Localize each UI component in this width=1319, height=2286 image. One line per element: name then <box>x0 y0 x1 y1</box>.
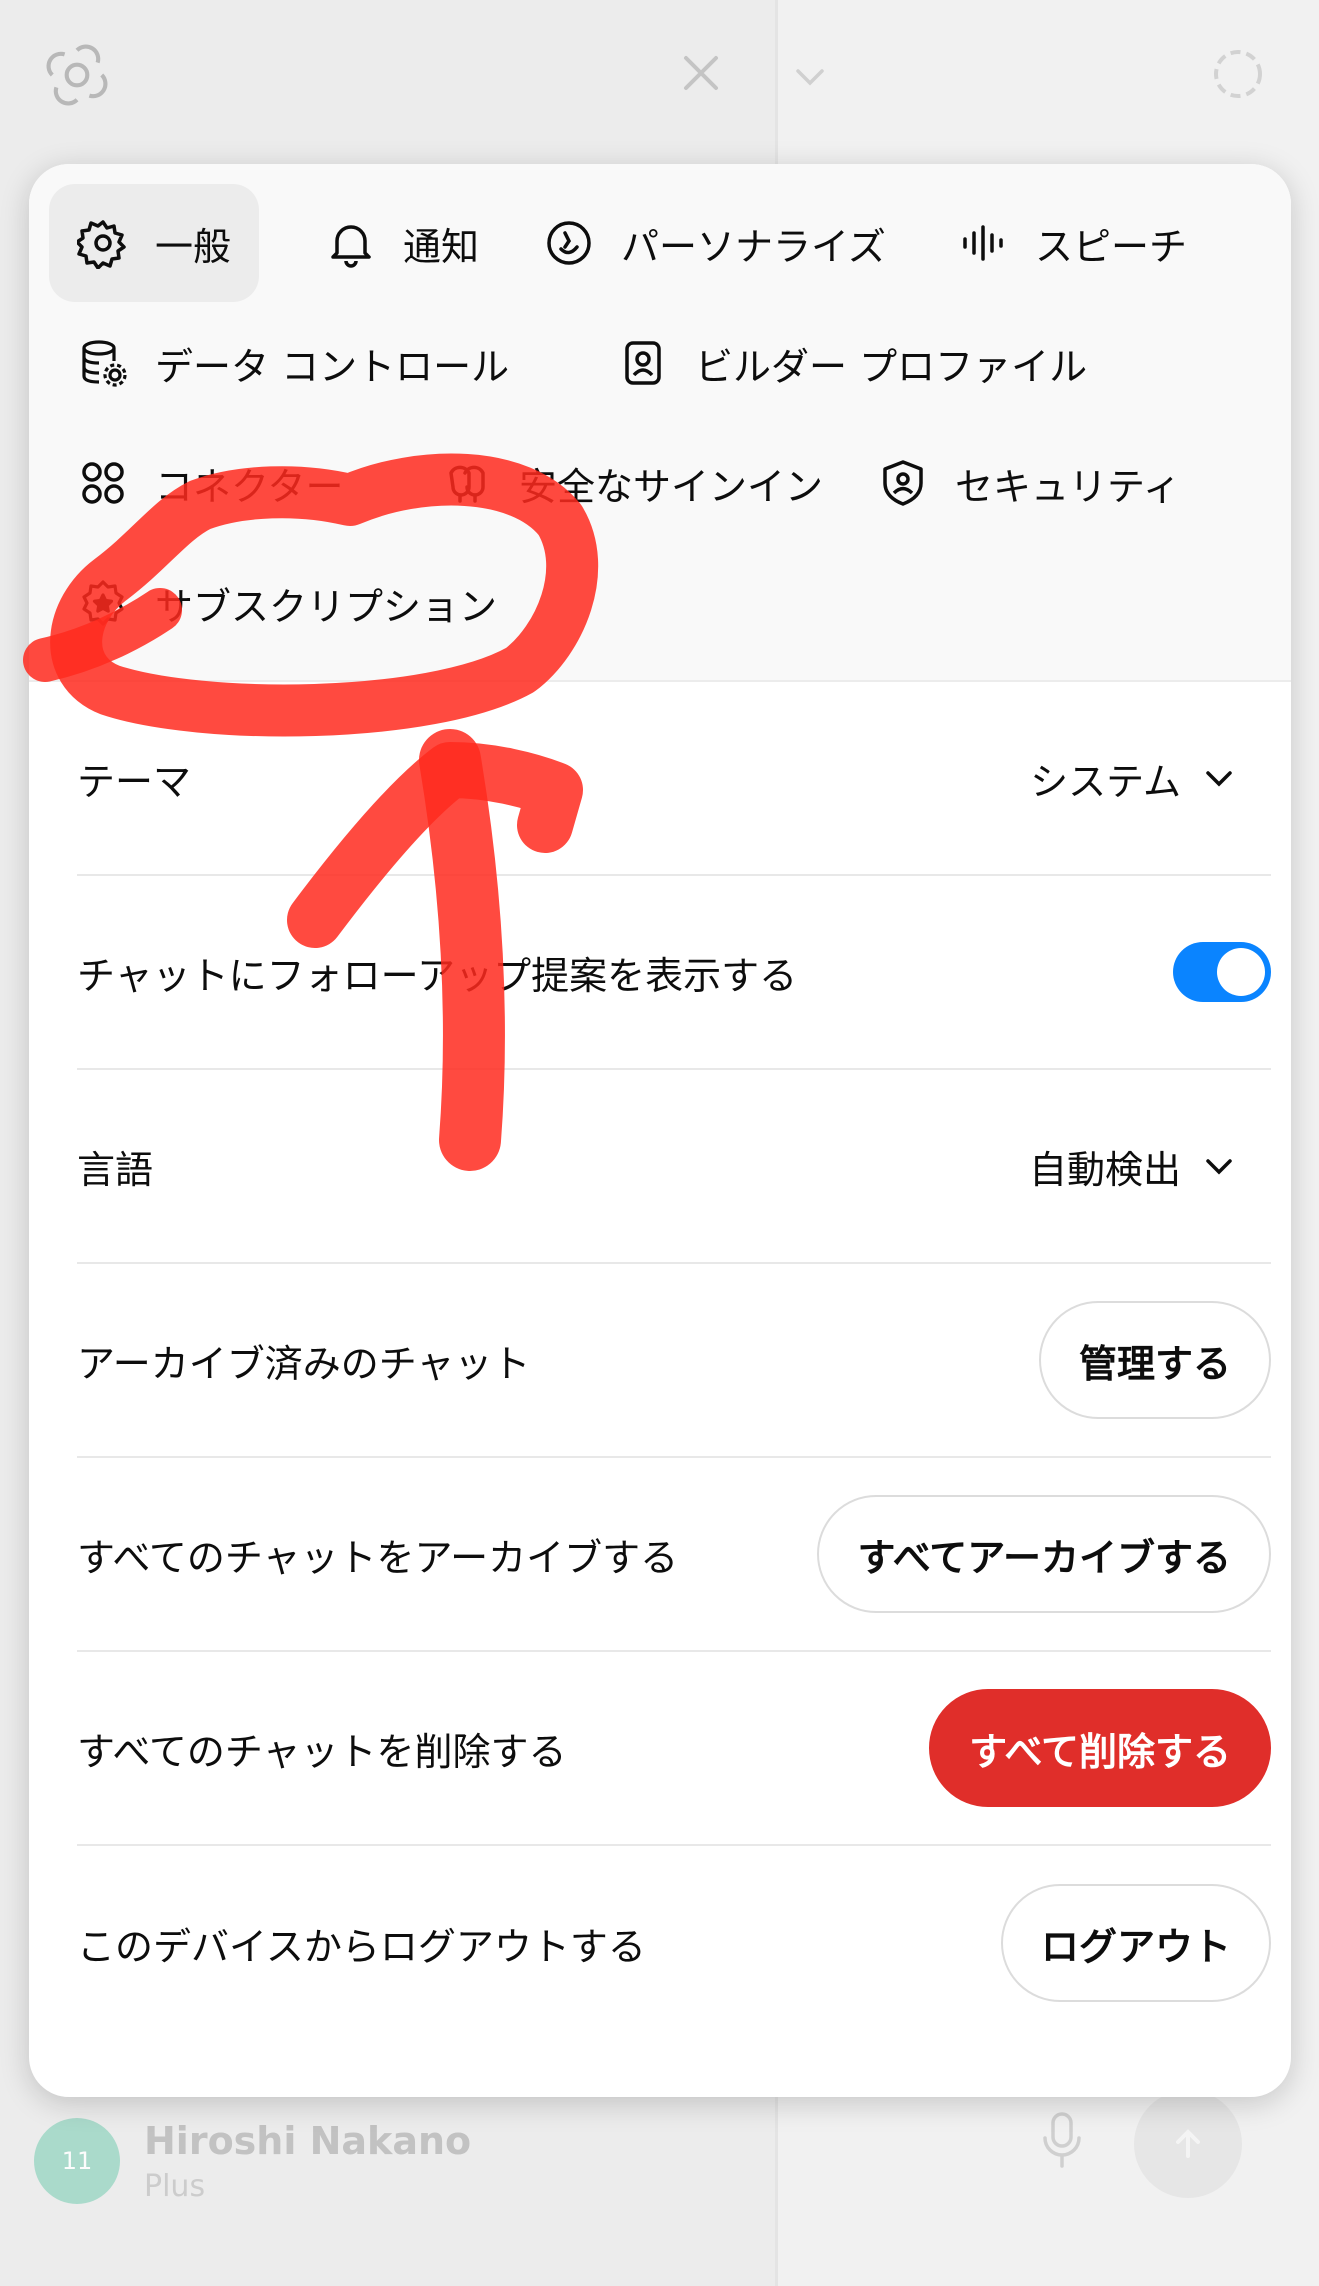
tab-personalize[interactable]: パーソナライズ <box>515 184 914 302</box>
tab-security[interactable]: セキュリティ <box>849 424 1209 542</box>
user-profile[interactable]: 11 Hiroshi Nakano Plus <box>34 2118 471 2204</box>
archived-chats-row: アーカイブ済みのチャット 管理する <box>77 1264 1271 1458</box>
openai-logo-icon <box>44 42 110 108</box>
archive-all-button[interactable]: すべてアーカイブする <box>817 1495 1271 1613</box>
database-gear-icon <box>77 337 129 389</box>
settings-dialog: 一般 通知 パーソナライズ スピーチ データ コントロール ビルダー プロファイ… <box>29 164 1291 2097</box>
tab-label: データ コントロール <box>155 344 510 389</box>
shield-user-icon <box>877 457 929 509</box>
waveform-icon <box>957 217 1009 269</box>
logout-button[interactable]: ログアウト <box>1000 1884 1271 2002</box>
delete-all-label: すべてのチャットを削除する <box>77 1729 567 1774</box>
archive-all-row: すべてのチャットをアーカイブする すべてアーカイブする <box>77 1458 1271 1652</box>
tab-label: スピーチ <box>1035 224 1188 269</box>
tab-label: パーソナライズ <box>621 224 886 269</box>
microphone-icon[interactable] <box>1040 2110 1084 2170</box>
tab-label: セキュリティ <box>955 464 1181 509</box>
theme-select[interactable]: システム <box>1030 751 1239 806</box>
send-button[interactable] <box>1134 2090 1242 2198</box>
send-icon <box>1176 2129 1200 2158</box>
bell-icon <box>325 217 377 269</box>
logout-label: このデバイスからログアウトする <box>77 1924 646 1969</box>
personalize-icon <box>543 217 595 269</box>
manage-archived-button[interactable]: 管理する <box>1038 1301 1271 1419</box>
delete-all-button[interactable]: すべて削除する <box>929 1689 1271 1807</box>
theme-label: テーマ <box>77 759 192 804</box>
tab-label: 一般 <box>155 224 232 269</box>
security-key-icon <box>441 457 493 509</box>
archived-chats-label: アーカイブ済みのチャット <box>77 1341 531 1386</box>
gear-icon <box>77 217 129 269</box>
tab-label: 安全なサインイン <box>519 464 824 509</box>
tab-secure-signin[interactable]: 安全なサインイン <box>413 424 851 542</box>
followup-toggle[interactable] <box>1173 942 1271 1002</box>
user-name: Hiroshi Nakano <box>144 2118 472 2163</box>
id-badge-icon <box>617 337 669 389</box>
logout-row: このデバイスからログアウトする ログアウト <box>77 1846 1271 2040</box>
user-plan: Plus <box>144 2168 206 2204</box>
language-row: 言語 自動検出 <box>77 1070 1271 1264</box>
archive-all-label: すべてのチャットをアーカイブする <box>77 1535 679 1580</box>
tab-label: サブスクリプション <box>155 584 498 629</box>
close-icon[interactable] <box>676 48 726 98</box>
chevron-down-icon <box>1206 771 1232 787</box>
tab-connectors[interactable]: コネクター <box>49 424 371 542</box>
tab-label: ビルダー プロファイル <box>695 344 1088 389</box>
connector-icon <box>77 457 129 509</box>
chevron-down-icon[interactable] <box>790 56 830 96</box>
tab-speech[interactable]: スピーチ <box>929 184 1215 302</box>
tab-label: 通知 <box>403 224 480 269</box>
tab-data-controls[interactable]: データ コントロール <box>49 304 537 422</box>
language-select[interactable]: 自動検出 <box>1029 1139 1239 1194</box>
toggle-knob <box>1217 948 1265 996</box>
language-value: 自動検出 <box>1028 1147 1181 1192</box>
settings-rows: テーマ システム チャットにフォローアップ提案を表示する 言語 自動検出 アーカ… <box>77 682 1271 2040</box>
theme-value: システム <box>1030 759 1181 804</box>
tab-builder-profile[interactable]: ビルダー プロファイル <box>589 304 1115 422</box>
theme-row: テーマ システム <box>77 682 1271 876</box>
chevron-down-icon <box>1206 1159 1232 1175</box>
subscription-badge-icon <box>77 577 129 629</box>
language-label: 言語 <box>77 1147 154 1192</box>
settings-tabs: 一般 通知 パーソナライズ スピーチ データ コントロール ビルダー プロファイ… <box>29 164 1291 682</box>
followup-label: チャットにフォローアップ提案を表示する <box>77 953 798 998</box>
avatar: 11 <box>34 2118 120 2204</box>
tab-label: コネクター <box>155 464 344 509</box>
tab-subscription[interactable]: サブスクリプション <box>49 544 525 662</box>
new-chat-icon[interactable] <box>1210 46 1266 102</box>
tab-general[interactable]: 一般 <box>49 184 260 302</box>
tab-notifications[interactable]: 通知 <box>297 184 507 302</box>
delete-all-row: すべてのチャットを削除する すべて削除する <box>77 1652 1271 1846</box>
followup-row: チャットにフォローアップ提案を表示する <box>77 876 1271 1070</box>
